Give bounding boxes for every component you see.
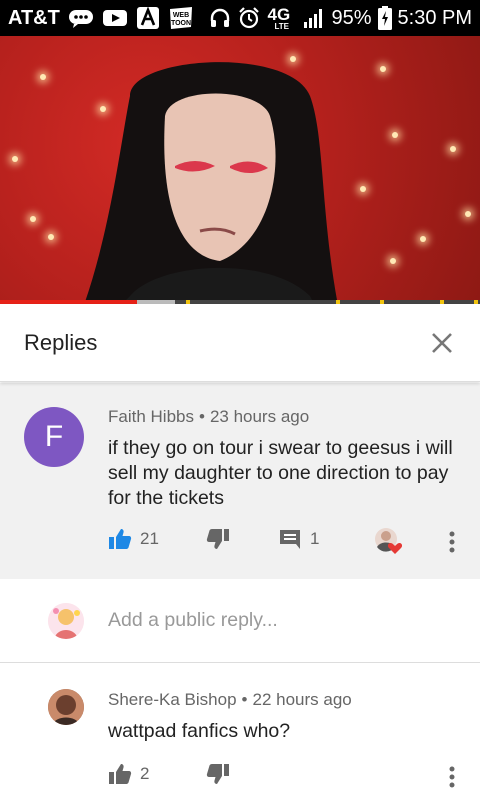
comment-actions: 2 bbox=[108, 762, 468, 792]
status-bar: AT&T WEB TOON 4G LTE 95% 5:30 PM bbox=[0, 0, 480, 36]
more-options-button[interactable] bbox=[440, 527, 464, 557]
comment-meta: Faith Hibbs • 23 hours ago bbox=[108, 407, 309, 427]
string-light bbox=[390, 258, 396, 264]
like-button[interactable]: 21 bbox=[108, 527, 159, 551]
parent-comment: F Faith Hibbs • 23 hours ago if they go on… bbox=[0, 383, 480, 579]
reply-button[interactable]: 1 bbox=[278, 527, 319, 551]
string-light bbox=[392, 132, 398, 138]
string-light bbox=[48, 234, 54, 240]
like-button[interactable]: 2 bbox=[108, 762, 149, 786]
network-type: 4G LTE bbox=[267, 5, 291, 31]
video-frame-person bbox=[84, 62, 338, 304]
string-light bbox=[30, 216, 36, 222]
comment-meta: Shere-Ka Bishop • 22 hours ago bbox=[108, 690, 352, 710]
video-player[interactable] bbox=[0, 36, 480, 304]
dislike-button[interactable] bbox=[206, 762, 230, 786]
signal-icon bbox=[303, 7, 325, 29]
creator-heart bbox=[374, 527, 402, 555]
creator-heart-icon bbox=[375, 528, 402, 554]
meta-separator: • bbox=[241, 690, 248, 709]
thumbs-up-icon bbox=[109, 764, 132, 784]
string-light bbox=[450, 146, 456, 152]
headphones-icon bbox=[209, 7, 231, 29]
reply-count: 1 bbox=[310, 529, 320, 548]
message-icon bbox=[68, 8, 94, 28]
avatar[interactable]: F bbox=[24, 407, 84, 467]
youtube-icon bbox=[102, 8, 128, 28]
string-light bbox=[40, 74, 46, 80]
string-light bbox=[360, 186, 366, 192]
a-app-icon bbox=[136, 6, 160, 30]
svg-text:TOON: TOON bbox=[171, 20, 191, 27]
comment-actions: 21 1 bbox=[108, 527, 468, 557]
author-name[interactable]: Faith Hibbs bbox=[108, 407, 194, 426]
add-reply-row: Add a public reply... bbox=[0, 579, 480, 663]
like-count: 21 bbox=[140, 529, 159, 548]
comment-text: wattpad fanfics who? bbox=[108, 720, 291, 742]
avatar[interactable] bbox=[48, 689, 84, 725]
webtoon-icon: WEB TOON bbox=[168, 6, 194, 30]
avatar-image bbox=[48, 689, 84, 725]
reply-comment: Shere-Ka Bishop • 22 hours ago wattpad fan… bbox=[0, 664, 480, 792]
more-vert-icon bbox=[449, 766, 455, 788]
comment-time: 22 hours ago bbox=[252, 690, 352, 709]
comment-time: 23 hours ago bbox=[209, 407, 310, 426]
svg-text:WEB: WEB bbox=[173, 12, 189, 19]
avatar-image bbox=[48, 603, 84, 639]
carrier-label: AT&T bbox=[8, 6, 60, 29]
thumbs-down-icon bbox=[206, 764, 229, 784]
more-vert-icon bbox=[449, 531, 455, 553]
comment-icon bbox=[280, 530, 300, 549]
alarm-icon bbox=[237, 6, 261, 30]
avatar bbox=[48, 603, 84, 639]
replies-title: Replies bbox=[24, 329, 98, 355]
close-icon bbox=[432, 332, 452, 353]
meta-separator: • bbox=[198, 407, 205, 426]
reply-input[interactable]: Add a public reply... bbox=[108, 609, 278, 632]
more-options-button[interactable] bbox=[440, 762, 464, 792]
string-light bbox=[465, 211, 471, 217]
dislike-button[interactable] bbox=[206, 527, 230, 551]
replies-header: Replies bbox=[0, 304, 480, 382]
comment-text: if they go on tour i swear to geesus i w… bbox=[108, 437, 453, 509]
string-light bbox=[420, 236, 426, 242]
battery-icon bbox=[377, 6, 392, 30]
clock: 5:30 PM bbox=[397, 6, 472, 29]
close-button[interactable] bbox=[428, 329, 456, 357]
author-name[interactable]: Shere-Ka Bishop bbox=[108, 690, 237, 709]
string-light bbox=[12, 156, 18, 162]
thumbs-up-icon bbox=[109, 529, 132, 549]
like-count: 2 bbox=[140, 764, 150, 783]
battery-percent: 95% bbox=[331, 6, 372, 29]
thumbs-down-icon bbox=[206, 529, 229, 549]
string-light bbox=[380, 66, 386, 72]
